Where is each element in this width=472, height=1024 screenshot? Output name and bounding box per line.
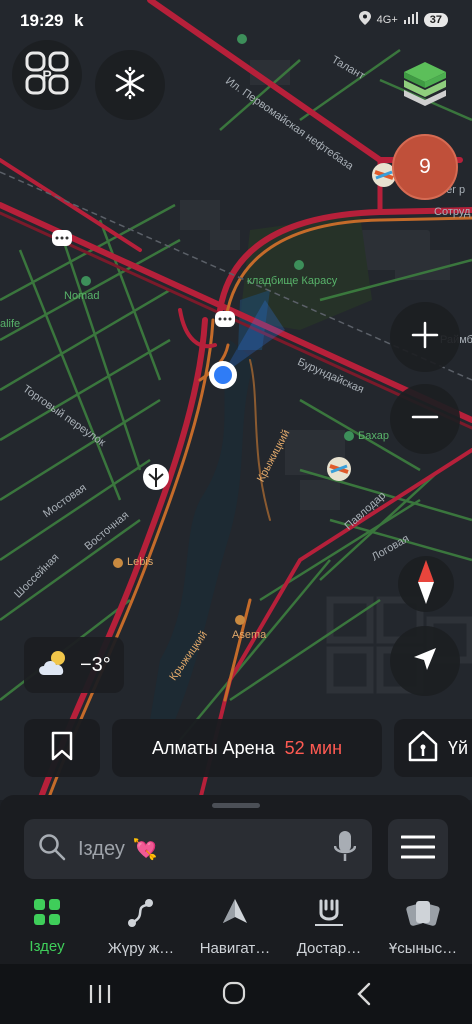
home-icon (408, 730, 438, 767)
home-nav-icon[interactable] (222, 981, 246, 1010)
tab-routes[interactable]: Жүру ж… (94, 897, 188, 961)
home-label: Үй (448, 737, 469, 758)
navigator-icon (219, 897, 251, 934)
search-icon (38, 833, 66, 866)
microphone-icon[interactable] (333, 830, 357, 869)
parking-button[interactable]: P (12, 40, 82, 110)
my-location-button[interactable] (390, 626, 460, 696)
poi-label-bakhar: Бахар (358, 430, 389, 442)
temperature: −3° (80, 653, 111, 676)
snowflake-icon (113, 66, 147, 105)
minus-icon (411, 403, 439, 436)
my-location-dot (214, 366, 232, 384)
poi-label-asema: Asema (232, 629, 267, 641)
tab-recommendations[interactable]: Ұсыныс… (376, 897, 470, 961)
grid-icon (32, 897, 62, 932)
zoom-in-button[interactable] (390, 302, 460, 372)
bookmarks-button[interactable] (24, 719, 100, 777)
signal-icon (403, 12, 418, 27)
location-status-icon (358, 11, 371, 28)
search-placeholder: Іздеу (78, 837, 125, 860)
status-icons: 4G+ 37 (358, 11, 448, 28)
poi-label-nomad: Nomad (64, 290, 100, 302)
search-bar[interactable]: Іздеу 💘 (24, 819, 372, 879)
status-indicator: k (74, 11, 84, 30)
winter-mode-button[interactable] (95, 50, 165, 120)
cards-icon (406, 897, 440, 934)
poi-label-lebis: Lebis (127, 556, 154, 568)
traffic-score-badge[interactable]: 9 (392, 134, 458, 200)
tab-label: Жүру ж… (107, 940, 175, 957)
tab-navigator[interactable]: Навигат… (188, 897, 282, 961)
poi-label-alife: alife (0, 318, 21, 330)
map-layers-button[interactable] (400, 60, 450, 110)
sheet-grabber[interactable] (212, 803, 260, 808)
zoom-out-button[interactable] (390, 384, 460, 454)
cloud-sun-icon (36, 649, 72, 682)
route-icon (125, 897, 157, 934)
tab-friends[interactable]: Достар… (282, 897, 376, 961)
network-type: 4G+ (376, 13, 398, 26)
tab-search[interactable]: Іздеу (0, 897, 94, 961)
tab-label: Ұсыныс… (388, 940, 458, 957)
cemetery-label: кладбище Карасу (247, 275, 338, 287)
compass-button[interactable] (398, 556, 454, 612)
back-icon[interactable] (354, 982, 374, 1011)
bookmark-icon (51, 731, 73, 766)
parking-grid-icon: P (24, 50, 70, 101)
destination-name: Алматы Арена (151, 737, 275, 758)
recent-apps-icon[interactable] (88, 982, 112, 1011)
hamburger-icon (400, 835, 436, 864)
status-bar: 19:29 k 4G+ 37 (0, 0, 472, 40)
tab-label: Достар… (296, 940, 362, 957)
friends-icon (313, 897, 345, 934)
menu-button[interactable] (388, 819, 448, 879)
svg-text:P: P (42, 67, 51, 83)
weather-widget[interactable]: −3° (24, 637, 124, 693)
travel-time: 52 мин (284, 737, 343, 758)
saved-route-button[interactable]: Алматы Арена 52 мин (112, 719, 382, 777)
status-time: 19:29 (20, 11, 64, 30)
home-button[interactable]: Үй (394, 719, 472, 777)
plus-icon (411, 321, 439, 354)
heart-emoji-icon: 💘 (132, 838, 158, 861)
layers-icon (400, 62, 450, 114)
system-navigation-bar (0, 964, 472, 1024)
tab-label: Навигат… (199, 940, 271, 957)
tab-label: Іздеу (29, 938, 65, 955)
location-arrow-icon (412, 646, 438, 677)
street-label: Сотруд (434, 206, 471, 218)
compass-icon (414, 559, 438, 609)
battery-level: 37 (423, 12, 448, 27)
